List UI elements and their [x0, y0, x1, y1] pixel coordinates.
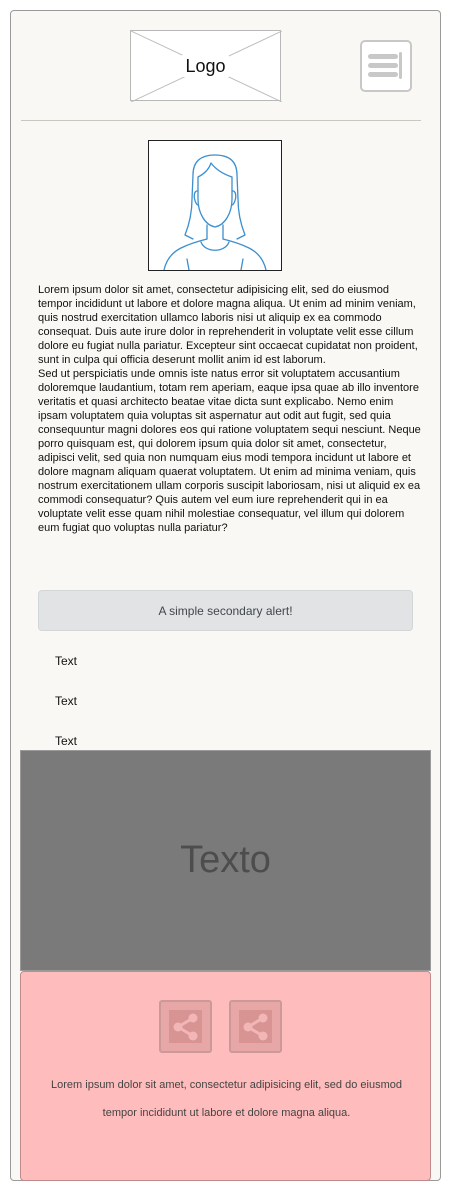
share-button-2[interactable] [229, 1000, 282, 1053]
share-button-1[interactable] [159, 1000, 212, 1053]
body-text: Lorem ipsum dolor sit amet, consectetur … [38, 283, 424, 535]
footer-text: Lorem ipsum dolor sit amet, consectetur … [51, 1079, 402, 1119]
body-paragraph-1: Lorem ipsum dolor sit amet, consectetur … [38, 284, 418, 366]
header-divider [21, 120, 421, 121]
text-item-1: Text [55, 654, 78, 668]
share-icon [239, 1010, 272, 1043]
share-icon [169, 1010, 202, 1043]
logo[interactable]: Logo [130, 30, 282, 102]
secondary-alert: A simple secondary alert! [38, 590, 413, 631]
avatar [148, 140, 282, 271]
alert-text: A simple secondary alert! [158, 603, 293, 618]
hero-text: Texto [180, 839, 271, 881]
hamburger-menu-icon [368, 52, 402, 79]
logo-label-wrap: Logo [131, 31, 280, 100]
hero-banner: Texto [20, 750, 431, 971]
page-frame: Logo Lorem ipsum dolor sit amet, consect… [10, 10, 441, 1181]
body-paragraph-2: Sed ut perspiciatis unde omnis iste natu… [38, 368, 421, 534]
text-item-3: Text [55, 734, 78, 748]
logo-label: Logo [182, 54, 229, 77]
menu-button[interactable] [360, 40, 412, 92]
footer: Lorem ipsum dolor sit amet, consectetur … [20, 971, 431, 1181]
female-avatar-icon [163, 154, 267, 270]
text-item-2: Text [55, 694, 78, 708]
